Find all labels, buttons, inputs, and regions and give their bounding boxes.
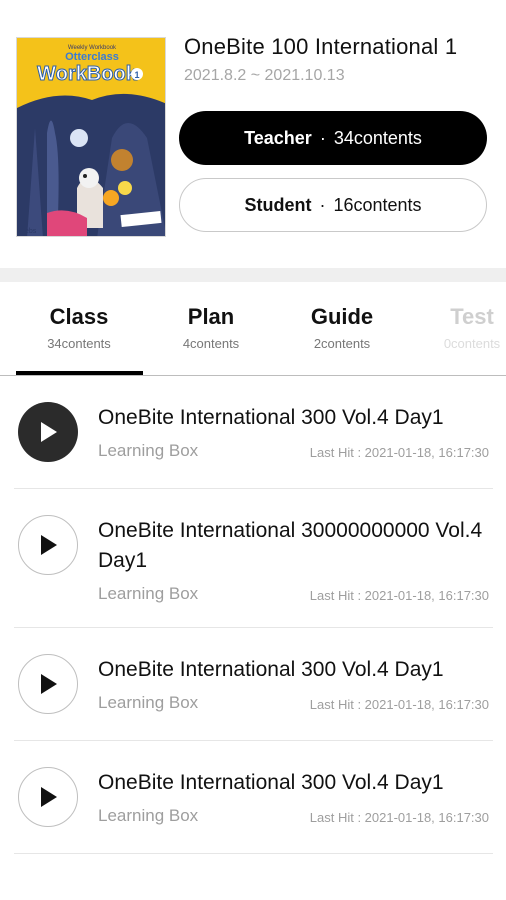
item-source: Learning Box [98, 441, 199, 460]
student-contents-button[interactable]: Student · 16contents [179, 178, 487, 232]
teacher-role-label: Teacher [244, 127, 312, 148]
play-button[interactable] [18, 402, 78, 462]
svg-text:Otterclass: Otterclass [65, 51, 119, 63]
svg-text:WorkBook: WorkBook [37, 63, 138, 85]
list-item[interactable]: OneBite International 300 Vol.4 Day1 Lea… [14, 376, 493, 489]
item-title: OneBite International 300 Vol.4 Day1 [98, 406, 444, 429]
separator-dot: · [319, 194, 326, 215]
tab-count: 4contents [182, 336, 240, 351]
list-item[interactable]: OneBite International 300 Vol.4 Day1 Lea… [14, 741, 493, 854]
tab-label: Guide [310, 304, 374, 329]
tab-label: Class [49, 304, 109, 329]
play-button[interactable] [18, 515, 78, 575]
play-button[interactable] [18, 654, 78, 714]
item-title: OneBite International 300 Vol.4 Day1 [98, 771, 444, 794]
tab-plan[interactable]: Plan 4contents [146, 304, 276, 351]
item-title: OneBite International 300 Vol.4 Day1 [98, 658, 444, 681]
item-last-hit: Last Hit : 2021-01-18, 16:17:30 [309, 810, 489, 825]
tab-count: 0contents [443, 336, 501, 351]
student-role-label: Student [244, 194, 312, 215]
tab-count: 34contents [47, 336, 111, 351]
item-last-hit: Last Hit : 2021-01-18, 16:17:30 [309, 697, 489, 712]
item-source: Learning Box [98, 693, 199, 712]
play-button[interactable] [18, 767, 78, 827]
book-header: Weekly Workbook Otterclass WorkBook 1 eb… [0, 0, 506, 268]
item-last-hit: Last Hit : 2021-01-18, 16:17:30 [309, 588, 489, 603]
tab-label: Test [450, 304, 494, 329]
book-cover-image[interactable]: Weekly Workbook Otterclass WorkBook 1 eb… [16, 37, 166, 237]
tab-label: Plan [187, 304, 235, 329]
section-divider [0, 268, 506, 282]
content-tabs: Class 34contents Plan 4contents Guide 2c… [0, 282, 506, 376]
play-icon [41, 674, 57, 694]
list-item[interactable]: OneBite International 30000000000 Vol.4 … [14, 489, 493, 628]
separator-dot: · [319, 127, 326, 148]
book-date-range: 2021.8.2 ~ 2021.10.13 [184, 67, 345, 84]
student-count-label: 16contents [333, 194, 422, 215]
book-cover-illustration: Weekly Workbook Otterclass WorkBook 1 eb… [17, 38, 165, 236]
play-icon [41, 535, 57, 555]
book-title: OneBite 100 International 1 [184, 34, 458, 59]
item-title: OneBite International 30000000000 Vol.4 … [98, 519, 483, 572]
svg-text:1: 1 [134, 70, 139, 80]
teacher-contents-button[interactable]: Teacher · 34contents [179, 111, 487, 165]
item-last-hit: Last Hit : 2021-01-18, 16:17:30 [309, 445, 489, 460]
teacher-count-label: 34contents [333, 127, 422, 148]
play-icon [41, 422, 57, 442]
play-icon [41, 787, 57, 807]
item-source: Learning Box [98, 584, 199, 603]
svg-text:ebs: ebs [25, 228, 37, 235]
tab-test[interactable]: Test 0contents [407, 304, 506, 351]
item-source: Learning Box [98, 806, 199, 825]
list-item[interactable]: OneBite International 300 Vol.4 Day1 Lea… [14, 628, 493, 741]
active-tab-indicator [16, 371, 143, 375]
tab-guide[interactable]: Guide 2contents [277, 304, 407, 351]
tab-class[interactable]: Class 34contents [14, 304, 144, 351]
tab-count: 2contents [313, 336, 371, 351]
